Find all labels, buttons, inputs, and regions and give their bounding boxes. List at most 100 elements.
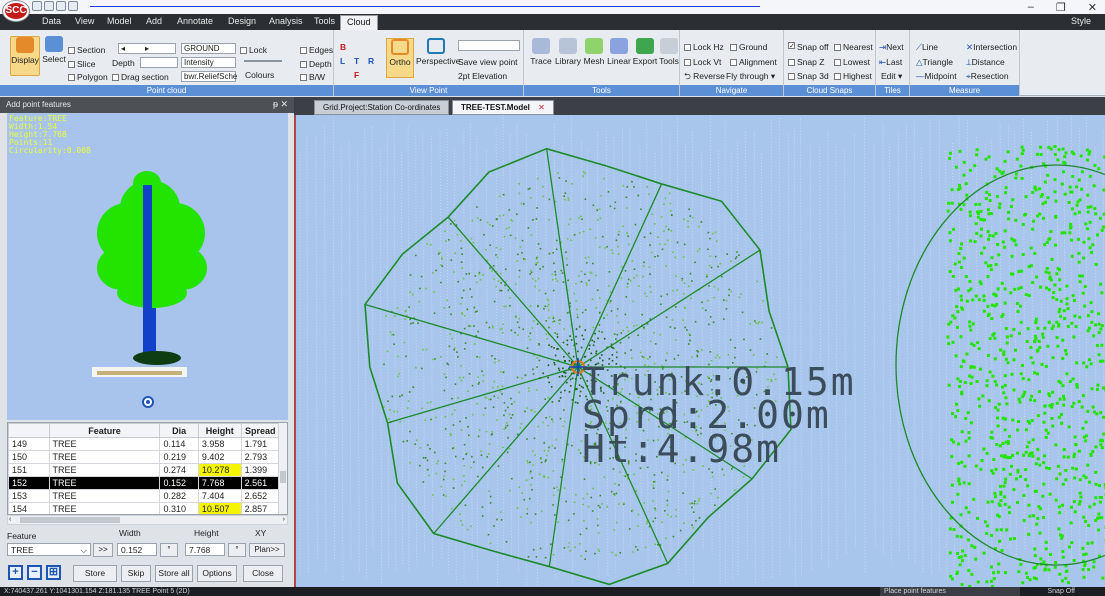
tab-tools[interactable]: Tools [314, 16, 335, 26]
skip-button[interactable]: Skip [121, 565, 151, 582]
ortho-button[interactable]: Ortho [386, 38, 414, 78]
fly-through-select[interactable]: Fly through ▾ [726, 71, 775, 82]
tab-annotate[interactable]: Annotate [177, 16, 213, 26]
lock-checkbox[interactable]: Lock [240, 45, 267, 55]
remove-feature-icon[interactable]: − [27, 565, 42, 580]
library-button[interactable]: Library [554, 38, 582, 66]
depth-input[interactable] [140, 57, 178, 68]
reverse-button[interactable]: ⮌ Reverse [684, 71, 725, 85]
add-feature-icon[interactable]: + [8, 565, 23, 580]
depth-checkbox[interactable]: Depth [300, 59, 332, 69]
linear-button[interactable]: Linear [606, 38, 632, 66]
scrollbar-thumb[interactable] [20, 517, 120, 523]
height-input[interactable]: 7.768 [185, 543, 225, 556]
new-icon[interactable] [32, 1, 42, 11]
table-row[interactable]: 150 TREE 0.219 9.402 2.793 [8, 450, 281, 464]
store-button[interactable]: Store [73, 565, 117, 582]
panel-close-icon[interactable]: ᵽ ✕ [273, 99, 288, 110]
table-row[interactable]: 153 TREE 0.282 7.404 2.652 [8, 489, 281, 503]
feature-more-button[interactable]: >> [93, 543, 113, 557]
ground-checkbox[interactable]: Ground [730, 42, 767, 52]
plan-button[interactable]: Plan>> [249, 543, 285, 557]
width-input[interactable]: 0.152 [117, 543, 157, 556]
lock-hz-checkbox[interactable]: Lock Hz [684, 42, 724, 52]
table-row[interactable]: 151 TREE 0.274 10.278 1.399 [8, 463, 281, 477]
perspective-button[interactable]: Perspective [416, 38, 460, 78]
column-header-dia[interactable]: Dia [159, 423, 199, 438]
width-degree-icon[interactable]: ° [160, 543, 178, 557]
close-panel-button[interactable]: Close [243, 565, 283, 582]
table-row[interactable]: 154 TREE 0.310 10.507 2.857 [8, 502, 281, 514]
tab-add[interactable]: Add [146, 16, 162, 26]
view-top-button[interactable]: T [354, 56, 359, 66]
tab-model[interactable]: Model [107, 16, 132, 26]
scheme-select[interactable]: bwr.ReliefSche [181, 71, 237, 82]
snap-3d-checkbox[interactable]: Snap 3d [788, 71, 829, 81]
snap-z-checkbox[interactable]: Snap Z [788, 57, 824, 67]
expand-feature-icon[interactable]: ⊞ [46, 565, 61, 580]
view-back-button[interactable]: B [340, 42, 346, 52]
table-row[interactable]: 149 TREE 0.114 3.958 1.791 [8, 437, 281, 451]
table-vertical-scrollbar[interactable] [278, 423, 287, 514]
save-view-point-button[interactable]: Save view point [458, 57, 518, 67]
tab-design[interactable]: Design [228, 16, 256, 26]
intensity-select[interactable]: Intensity [181, 57, 236, 68]
trace-button[interactable]: Trace [528, 38, 554, 66]
tab-cloud[interactable]: Cloud [340, 15, 378, 30]
view-right-button[interactable]: R [368, 56, 374, 66]
tree-preview[interactable]: Feature:TREE Width:1.54 Height:7.768 Poi… [7, 113, 288, 420]
next-tile-button[interactable]: ⇥Next [879, 42, 904, 53]
elevation-select[interactable]: 2pt Elevation [458, 71, 507, 81]
ground-select[interactable]: GROUND [181, 43, 236, 54]
alignment-checkbox[interactable]: Alignment [730, 57, 777, 67]
tab-data[interactable]: Data [42, 16, 61, 26]
tab-tree-test-model[interactable]: TREE-TEST.Model ✕ [452, 100, 554, 115]
export-button[interactable]: Export [632, 38, 658, 66]
tools-button[interactable]: Tools [658, 38, 680, 66]
measure-distance-button[interactable]: ⟂Distance [966, 57, 1005, 68]
column-header-id[interactable] [8, 423, 50, 438]
view-point-select[interactable] [458, 40, 520, 51]
tab-analysis[interactable]: Analysis [269, 16, 303, 26]
store-all-button[interactable]: Store all [155, 565, 193, 582]
measure-midpoint-button[interactable]: —Midpoint [916, 71, 957, 81]
measure-triangle-button[interactable]: △Triangle [916, 57, 953, 68]
status-snap[interactable]: Snap Off [1047, 587, 1075, 596]
tab-close-icon[interactable]: ✕ [538, 103, 545, 112]
options-button[interactable]: Options [197, 565, 237, 582]
scroll-right-icon[interactable]: › [283, 516, 285, 523]
maximize-button[interactable]: ❐ [1056, 1, 1066, 14]
colour-slider[interactable] [244, 60, 282, 62]
scroll-left-icon[interactable]: ‹ [9, 516, 11, 523]
table-row-selected[interactable]: 152 TREE 0.152 7.768 2.561 [8, 476, 281, 490]
edges-checkbox[interactable]: Edges [300, 45, 333, 55]
close-window-button[interactable]: ✕ [1088, 1, 1097, 14]
tab-grid-project[interactable]: Grid.Project:Station Co-ordinates [314, 100, 450, 115]
edit-tile-select[interactable]: Edit ▾ [881, 71, 902, 82]
table-horizontal-scrollbar[interactable]: ‹ › [7, 515, 288, 525]
open-icon[interactable] [44, 1, 54, 11]
undo-icon[interactable] [68, 1, 78, 11]
slice-checkbox[interactable]: Slice [68, 59, 95, 69]
lowest-checkbox[interactable]: Lowest [834, 57, 870, 67]
app-logo[interactable]: SCC [3, 1, 29, 21]
tab-view[interactable]: View [75, 16, 94, 26]
column-header-height[interactable]: Height [197, 423, 242, 438]
view-left-button[interactable]: L [340, 56, 345, 66]
save-icon[interactable] [56, 1, 66, 11]
scrollbar-thumb[interactable] [280, 471, 286, 483]
nearest-checkbox[interactable]: Nearest [834, 42, 873, 52]
minimize-button[interactable]: – [1028, 1, 1034, 14]
mesh-button[interactable]: Mesh [582, 38, 606, 66]
measure-resection-button[interactable]: ⌖Resection [966, 71, 1009, 82]
display-button[interactable]: Display [10, 36, 40, 76]
drag-section-checkbox[interactable]: Drag section [112, 72, 169, 82]
model-viewport[interactable]: Trunk:0.15m Sprd:2.00m Ht:4.98m [294, 115, 1105, 587]
section-stepper[interactable]: ◂ ▸ [118, 43, 176, 54]
style-menu[interactable]: Style [1071, 16, 1091, 26]
measure-line-button[interactable]: ⟋Line [916, 42, 938, 53]
snap-off-checkbox[interactable]: Snap off [788, 42, 829, 52]
last-tile-button[interactable]: ⇤Last [879, 57, 902, 68]
height-degree-icon[interactable]: ° [228, 543, 246, 557]
select-button[interactable]: Select [41, 36, 67, 76]
